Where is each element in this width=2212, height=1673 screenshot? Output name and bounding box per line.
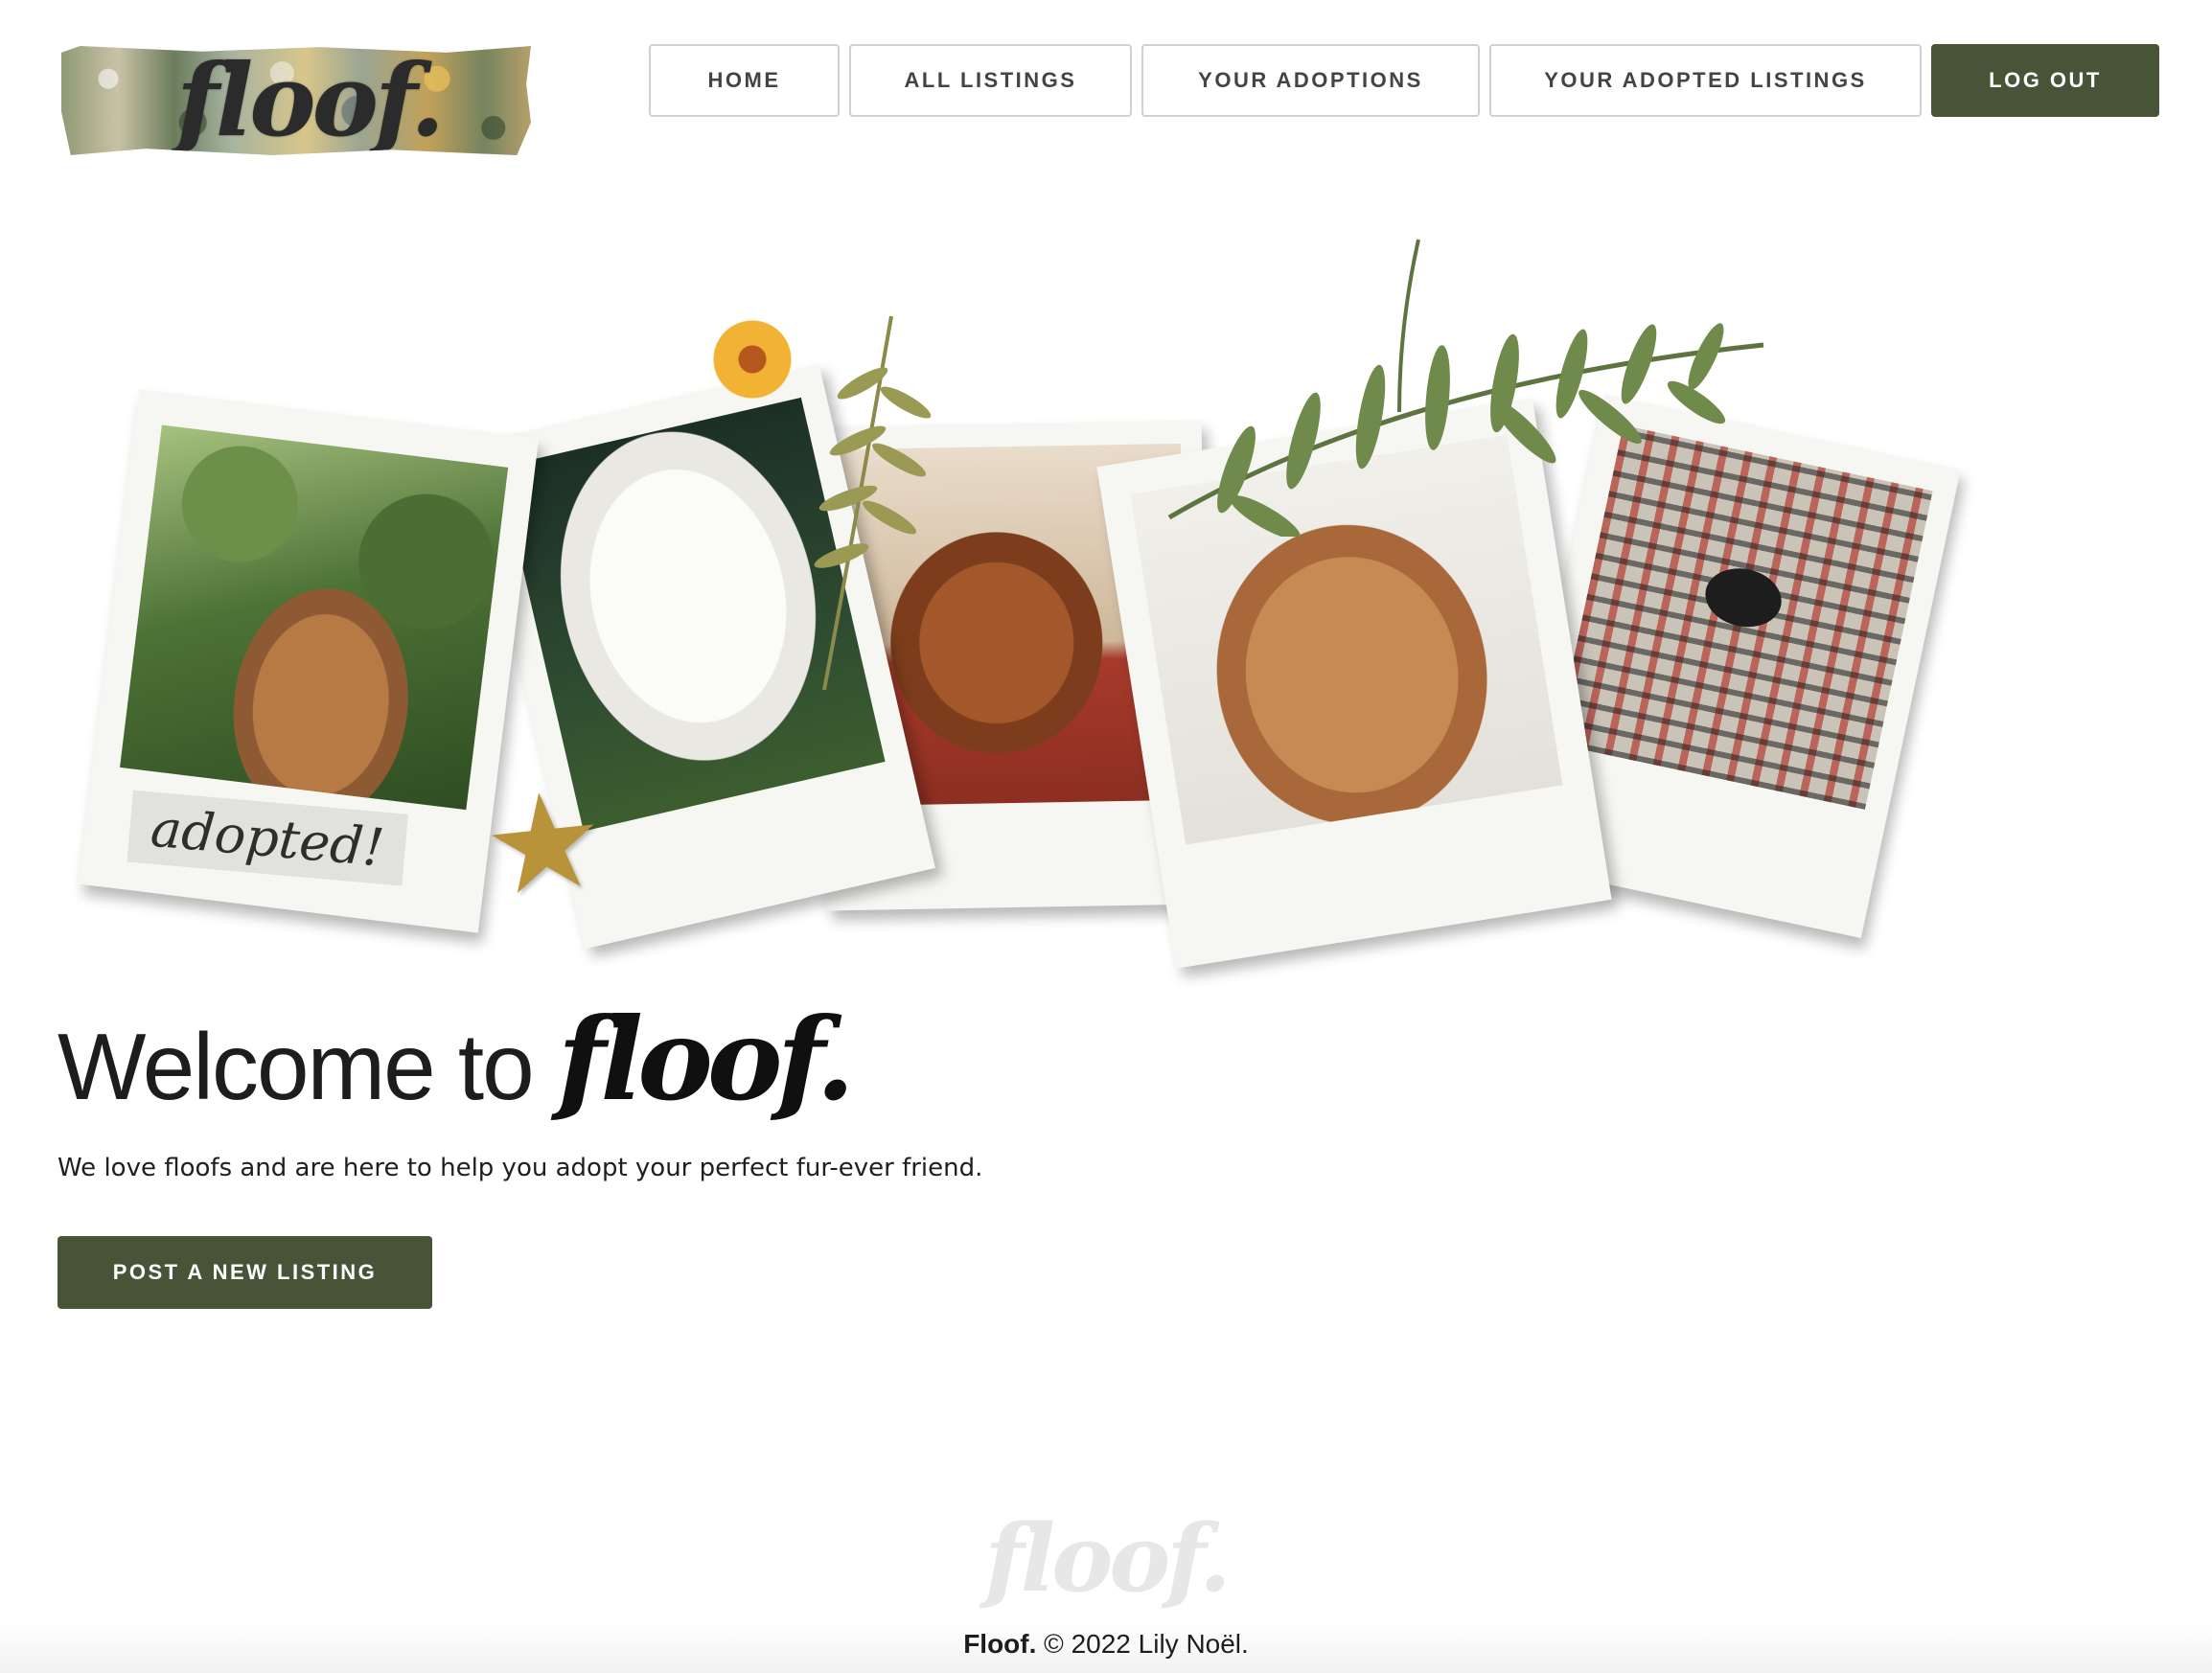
welcome-brand: floof. [557,993,856,1126]
welcome-heading: Welcome to floof. [58,993,856,1126]
footer-copyright: Floof. © 2022 Lily Noël. [0,1629,2212,1660]
welcome-text: Welcome to [58,1014,535,1119]
nav-home-button[interactable]: HOME [649,44,840,117]
footer-brand: Floof. [963,1629,1037,1659]
site-logo[interactable]: floof. [61,46,531,155]
tagline: We love floofs and are here to help you … [58,1154,983,1182]
footer-copyright-text: © 2022 Lily Noël. [1044,1629,1249,1659]
nav-all-listings-button[interactable]: ALL LISTINGS [849,44,1132,117]
footer-logo: floof. [984,1504,1231,1613]
nav-your-adoptions-button[interactable]: YOUR ADOPTIONS [1141,44,1480,117]
fern-left-icon [814,315,932,691]
adopted-label: adopted! [127,790,408,886]
fern-right-icon [1167,239,1764,537]
page: floof. HOME ALL LISTINGS YOUR ADOPTIONS … [0,0,2212,1673]
logo-text: floof. [176,46,445,155]
hero-collage: adopted! ★ [0,220,2212,969]
log-out-button[interactable]: LOG OUT [1931,44,2159,117]
polaroid-adopted-doodle: adopted! [78,389,540,933]
main-nav: HOME ALL LISTINGS YOUR ADOPTIONS YOUR AD… [649,44,2159,117]
photo-doodle-in-trees [120,424,509,811]
nav-your-adopted-listings-button[interactable]: YOUR ADOPTED LISTINGS [1489,44,1922,117]
star-sticker-icon: ★ [476,762,612,925]
post-new-listing-button[interactable]: POST A NEW LISTING [58,1236,432,1309]
